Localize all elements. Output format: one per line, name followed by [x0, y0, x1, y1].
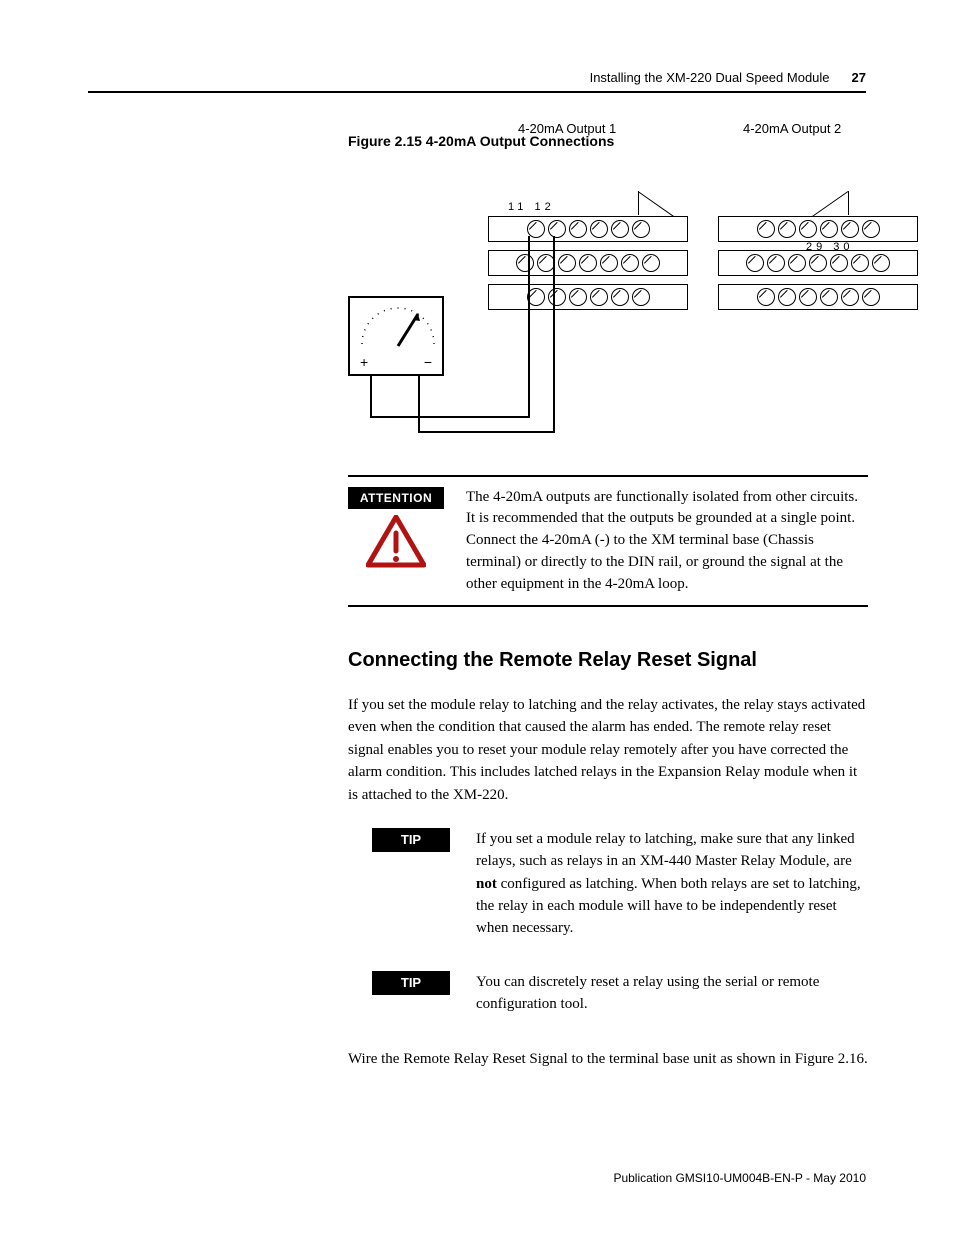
tip-2: TIP You can discretely reset a relay usi… [348, 971, 868, 1015]
figure-2-15: 4-20mA Output 1 4-20mA Output 2 11 12 29… [348, 161, 868, 451]
attention-text: The 4-20mA outputs are functionally isol… [466, 487, 868, 596]
tip-1: TIP If you set a module relay to latchin… [348, 828, 868, 939]
attention-label: ATTENTION [348, 487, 444, 509]
terminals-11-12: 11 12 [508, 201, 555, 213]
output1-label: 4-20mA Output 1 [518, 121, 616, 136]
tip-1-label: TIP [372, 828, 450, 852]
header-section: Installing the XM-220 Dual Speed Module [590, 70, 830, 85]
paragraph-1: If you set the module relay to latching … [348, 694, 868, 807]
attention-rule-bottom [348, 605, 868, 607]
attention-rule-top [348, 475, 868, 477]
publication-footer: Publication GMSI10-UM004B-EN-P - May 201… [613, 1171, 866, 1185]
paragraph-2: Wire the Remote Relay Reset Signal to th… [348, 1048, 868, 1071]
header-rule [88, 91, 866, 93]
tip-2-text: You can discretely reset a relay using t… [476, 971, 868, 1015]
terminal-block-left [488, 216, 688, 318]
meter-minus: − [424, 354, 432, 370]
terminal-block-right [718, 216, 918, 318]
analog-meter-icon: + − [348, 296, 444, 376]
page-number: 27 [852, 70, 866, 85]
tip-1-text: If you set a module relay to latching, m… [476, 828, 868, 939]
attention-triangle-icon [366, 515, 426, 569]
tip-2-label: TIP [372, 971, 450, 995]
section-heading: Connecting the Remote Relay Reset Signal [348, 649, 868, 672]
output2-label: 4-20mA Output 2 [743, 121, 841, 136]
meter-plus: + [360, 354, 368, 370]
attention-callout: ATTENTION The 4-20mA outputs are functio… [348, 487, 868, 596]
